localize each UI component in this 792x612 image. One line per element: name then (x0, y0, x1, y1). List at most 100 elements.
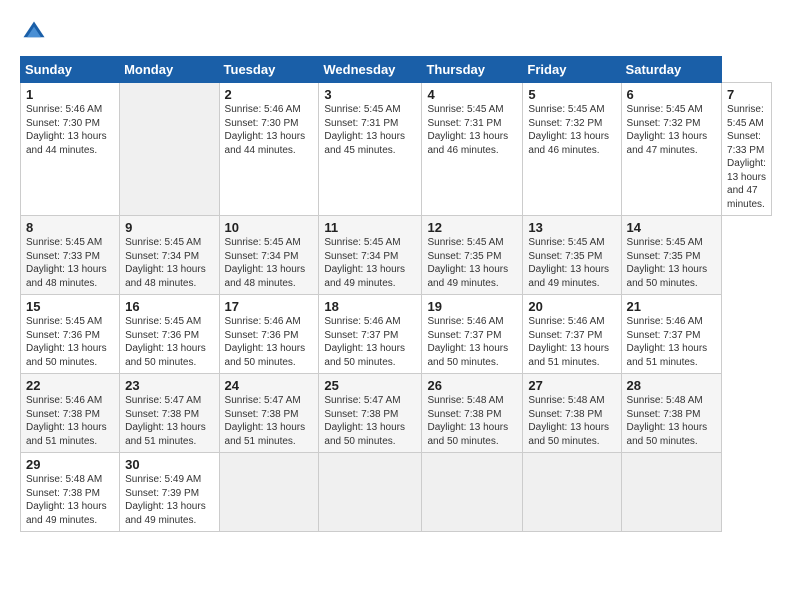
table-row (120, 83, 219, 216)
logo-icon (20, 18, 48, 46)
table-row: 12Sunrise: 5:45 AMSunset: 7:35 PMDayligh… (422, 216, 523, 295)
day-info: Sunrise: 5:45 AMSunset: 7:34 PMDaylight:… (225, 236, 314, 290)
day-info: Sunrise: 5:48 AMSunset: 7:38 PMDaylight:… (528, 394, 615, 448)
table-row: 4Sunrise: 5:45 AMSunset: 7:31 PMDaylight… (422, 83, 523, 216)
day-number: 11 (324, 220, 416, 235)
day-number: 19 (427, 299, 517, 314)
day-number: 30 (125, 457, 213, 472)
day-info: Sunrise: 5:48 AMSunset: 7:38 PMDaylight:… (627, 394, 716, 448)
table-row: 24Sunrise: 5:47 AMSunset: 7:38 PMDayligh… (219, 374, 319, 453)
day-number: 4 (427, 87, 517, 102)
day-info: Sunrise: 5:45 AMSunset: 7:35 PMDaylight:… (528, 236, 615, 290)
table-row: 9Sunrise: 5:45 AMSunset: 7:34 PMDaylight… (120, 216, 219, 295)
day-number: 3 (324, 87, 416, 102)
day-number: 20 (528, 299, 615, 314)
day-info: Sunrise: 5:46 AMSunset: 7:37 PMDaylight:… (427, 315, 517, 369)
day-number: 14 (627, 220, 716, 235)
day-info: Sunrise: 5:45 AMSunset: 7:34 PMDaylight:… (125, 236, 213, 290)
day-info: Sunrise: 5:47 AMSunset: 7:38 PMDaylight:… (225, 394, 314, 448)
day-info: Sunrise: 5:47 AMSunset: 7:38 PMDaylight:… (125, 394, 213, 448)
table-row: 13Sunrise: 5:45 AMSunset: 7:35 PMDayligh… (523, 216, 621, 295)
weekday-tuesday: Tuesday (219, 57, 319, 83)
table-row: 29Sunrise: 5:48 AMSunset: 7:38 PMDayligh… (21, 453, 120, 532)
day-number: 17 (225, 299, 314, 314)
day-info: Sunrise: 5:47 AMSunset: 7:38 PMDaylight:… (324, 394, 416, 448)
day-info: Sunrise: 5:45 AMSunset: 7:35 PMDaylight:… (427, 236, 517, 290)
logo (20, 18, 50, 46)
table-row (621, 453, 721, 532)
day-info: Sunrise: 5:45 AMSunset: 7:34 PMDaylight:… (324, 236, 416, 290)
weekday-wednesday: Wednesday (319, 57, 422, 83)
day-number: 1 (26, 87, 114, 102)
calendar-week-1: 1 Sunrise: 5:46 AMSunset: 7:30 PMDaylight… (21, 83, 772, 216)
day-info: Sunrise: 5:46 AMSunset: 7:37 PMDaylight:… (528, 315, 615, 369)
day-number: 10 (225, 220, 314, 235)
day-number: 2 (225, 87, 314, 102)
day-info: Sunrise: 5:45 AMSunset: 7:36 PMDaylight:… (26, 315, 114, 369)
day-info: Sunrise: 5:45 AMSunset: 7:33 PMDaylight:… (727, 103, 766, 211)
weekday-monday: Monday (120, 57, 219, 83)
table-row: 23Sunrise: 5:47 AMSunset: 7:38 PMDayligh… (120, 374, 219, 453)
table-row (422, 453, 523, 532)
day-info: Sunrise: 5:45 AMSunset: 7:33 PMDaylight:… (26, 236, 114, 290)
day-info: Sunrise: 5:45 AMSunset: 7:31 PMDaylight:… (427, 103, 517, 157)
day-info: Sunrise: 5:46 AMSunset: 7:36 PMDaylight:… (225, 315, 314, 369)
table-row: 21Sunrise: 5:46 AMSunset: 7:37 PMDayligh… (621, 295, 721, 374)
day-number: 18 (324, 299, 416, 314)
day-number: 8 (26, 220, 114, 235)
day-number: 22 (26, 378, 114, 393)
table-row (523, 453, 621, 532)
table-row: 8Sunrise: 5:45 AMSunset: 7:33 PMDaylight… (21, 216, 120, 295)
calendar: SundayMondayTuesdayWednesdayThursdayFrid… (20, 56, 772, 532)
table-row: 18Sunrise: 5:46 AMSunset: 7:37 PMDayligh… (319, 295, 422, 374)
weekday-thursday: Thursday (422, 57, 523, 83)
day-info: Sunrise: 5:45 AMSunset: 7:31 PMDaylight:… (324, 103, 416, 157)
table-row: 11Sunrise: 5:45 AMSunset: 7:34 PMDayligh… (319, 216, 422, 295)
table-row: 3Sunrise: 5:45 AMSunset: 7:31 PMDaylight… (319, 83, 422, 216)
day-info: Sunrise: 5:46 AMSunset: 7:37 PMDaylight:… (627, 315, 716, 369)
table-row: 2Sunrise: 5:46 AMSunset: 7:30 PMDaylight… (219, 83, 319, 216)
day-info: Sunrise: 5:49 AMSunset: 7:39 PMDaylight:… (125, 473, 213, 527)
day-number: 12 (427, 220, 517, 235)
table-row: 15Sunrise: 5:45 AMSunset: 7:36 PMDayligh… (21, 295, 120, 374)
day-number: 23 (125, 378, 213, 393)
day-number: 13 (528, 220, 615, 235)
day-number: 5 (528, 87, 615, 102)
weekday-header-row: SundayMondayTuesdayWednesdayThursdayFrid… (21, 57, 772, 83)
table-row: 27Sunrise: 5:48 AMSunset: 7:38 PMDayligh… (523, 374, 621, 453)
day-info: Sunrise: 5:45 AMSunset: 7:32 PMDaylight:… (528, 103, 615, 157)
table-row: 30Sunrise: 5:49 AMSunset: 7:39 PMDayligh… (120, 453, 219, 532)
calendar-week-3: 15Sunrise: 5:45 AMSunset: 7:36 PMDayligh… (21, 295, 772, 374)
header (20, 18, 772, 46)
table-row (219, 453, 319, 532)
table-row: 26Sunrise: 5:48 AMSunset: 7:38 PMDayligh… (422, 374, 523, 453)
weekday-sunday: Sunday (21, 57, 120, 83)
table-row: 19Sunrise: 5:46 AMSunset: 7:37 PMDayligh… (422, 295, 523, 374)
day-number: 25 (324, 378, 416, 393)
day-info: Sunrise: 5:45 AMSunset: 7:36 PMDaylight:… (125, 315, 213, 369)
day-number: 7 (727, 87, 766, 102)
day-number: 26 (427, 378, 517, 393)
day-number: 27 (528, 378, 615, 393)
day-info: Sunrise: 5:48 AMSunset: 7:38 PMDaylight:… (26, 473, 114, 527)
day-info: Sunrise: 5:46 AMSunset: 7:30 PMDaylight:… (225, 103, 314, 157)
weekday-friday: Friday (523, 57, 621, 83)
calendar-week-5: 29Sunrise: 5:48 AMSunset: 7:38 PMDayligh… (21, 453, 772, 532)
table-row: 16Sunrise: 5:45 AMSunset: 7:36 PMDayligh… (120, 295, 219, 374)
table-row: 17Sunrise: 5:46 AMSunset: 7:36 PMDayligh… (219, 295, 319, 374)
table-row: 20Sunrise: 5:46 AMSunset: 7:37 PMDayligh… (523, 295, 621, 374)
table-row: 10Sunrise: 5:45 AMSunset: 7:34 PMDayligh… (219, 216, 319, 295)
day-info: Sunrise: 5:46 AMSunset: 7:37 PMDaylight:… (324, 315, 416, 369)
weekday-saturday: Saturday (621, 57, 721, 83)
table-row: 14Sunrise: 5:45 AMSunset: 7:35 PMDayligh… (621, 216, 721, 295)
table-row (319, 453, 422, 532)
day-number: 29 (26, 457, 114, 472)
day-number: 28 (627, 378, 716, 393)
day-info: Sunrise: 5:45 AMSunset: 7:35 PMDaylight:… (627, 236, 716, 290)
table-row: 6Sunrise: 5:45 AMSunset: 7:32 PMDaylight… (621, 83, 721, 216)
day-number: 6 (627, 87, 716, 102)
page: SundayMondayTuesdayWednesdayThursdayFrid… (0, 0, 792, 542)
table-row: 28Sunrise: 5:48 AMSunset: 7:38 PMDayligh… (621, 374, 721, 453)
table-row: 25Sunrise: 5:47 AMSunset: 7:38 PMDayligh… (319, 374, 422, 453)
table-row: 1Sunrise: 5:46 AMSunset: 7:30 PMDaylight… (21, 83, 120, 216)
